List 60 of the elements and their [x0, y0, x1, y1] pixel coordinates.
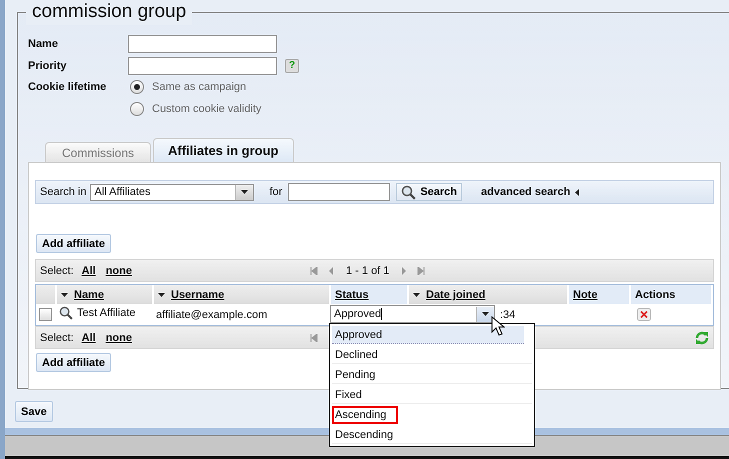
table-cell: affiliate@example.com — [156, 308, 268, 320]
menu-item[interactable]: Approved — [332, 326, 524, 344]
select-label: Select: — [40, 264, 74, 276]
text-field[interactable] — [128, 35, 277, 53]
select-none-link[interactable]: none — [106, 332, 132, 344]
table-cell: Test Affiliate — [77, 307, 136, 319]
menu-item[interactable]: Ascending — [332, 406, 398, 424]
column-header[interactable]: Actions — [630, 285, 712, 304]
sort-icon[interactable] — [61, 293, 68, 297]
column-header[interactable]: Name — [56, 285, 153, 304]
select-all-link[interactable]: All — [82, 264, 96, 276]
text-field[interactable] — [128, 57, 277, 75]
previous-page-icon[interactable] — [328, 266, 334, 274]
section-title: commission group — [26, 0, 192, 25]
first-page-icon[interactable] — [310, 334, 318, 342]
search-field[interactable] — [288, 183, 390, 201]
sort-icon[interactable] — [413, 293, 420, 297]
search-icon — [401, 184, 416, 200]
search-button[interactable]: Search — [396, 183, 462, 201]
radio-label: Same as campaign — [152, 81, 246, 93]
add-affiliate-button[interactable]: Add affiliate — [36, 353, 111, 372]
save-button[interactable]: Save — [15, 401, 53, 422]
delete-icon[interactable] — [637, 308, 651, 321]
caret-icon — [575, 188, 580, 196]
select-label: Select: — [40, 332, 74, 344]
search-label: Search in — [40, 186, 86, 198]
caret-icon — [482, 312, 489, 316]
search-icon[interactable] — [59, 306, 73, 320]
advanced-search-link[interactable]: advanced search — [481, 186, 570, 198]
caret-icon — [241, 190, 248, 194]
first-page-icon[interactable] — [310, 266, 318, 274]
table-cell: :34 — [500, 308, 516, 320]
menu-item[interactable]: Fixed — [332, 386, 532, 404]
column-header[interactable]: Status — [330, 285, 408, 304]
page-info: 1 - 1 of 1 — [346, 264, 390, 276]
tab[interactable]: Commissions — [45, 142, 151, 162]
column-header[interactable]: Date joined — [408, 285, 568, 304]
menu-item[interactable]: Pending — [332, 366, 532, 384]
field-label: Name — [28, 38, 59, 50]
radio-label: Custom cookie validity — [152, 103, 262, 115]
column-header[interactable]: Note — [568, 285, 630, 304]
radio-button[interactable] — [130, 102, 144, 116]
for-label: for — [269, 186, 282, 198]
field-label: Priority — [28, 60, 68, 72]
sort-icon[interactable] — [158, 293, 165, 297]
tab[interactable]: Affiliates in group — [153, 138, 294, 162]
radio-button[interactable] — [130, 80, 144, 94]
status-dropdown[interactable]: Approved — [330, 305, 495, 323]
select-all-link[interactable]: All — [82, 332, 96, 344]
refresh-icon[interactable] — [695, 330, 709, 344]
field-label: Cookie lifetime — [28, 81, 108, 93]
next-page-icon[interactable] — [401, 266, 408, 274]
last-page-icon[interactable] — [417, 266, 426, 274]
column-header[interactable]: Username — [153, 285, 330, 304]
scope-dropdown[interactable]: All Affiliates — [90, 184, 254, 200]
select-none-link[interactable]: none — [106, 264, 132, 276]
menu-item[interactable]: Descending — [332, 426, 532, 444]
menu-item[interactable]: Declined — [332, 346, 532, 364]
row-checkbox[interactable] — [39, 308, 52, 321]
add-affiliate-button[interactable]: Add affiliate — [36, 234, 111, 253]
